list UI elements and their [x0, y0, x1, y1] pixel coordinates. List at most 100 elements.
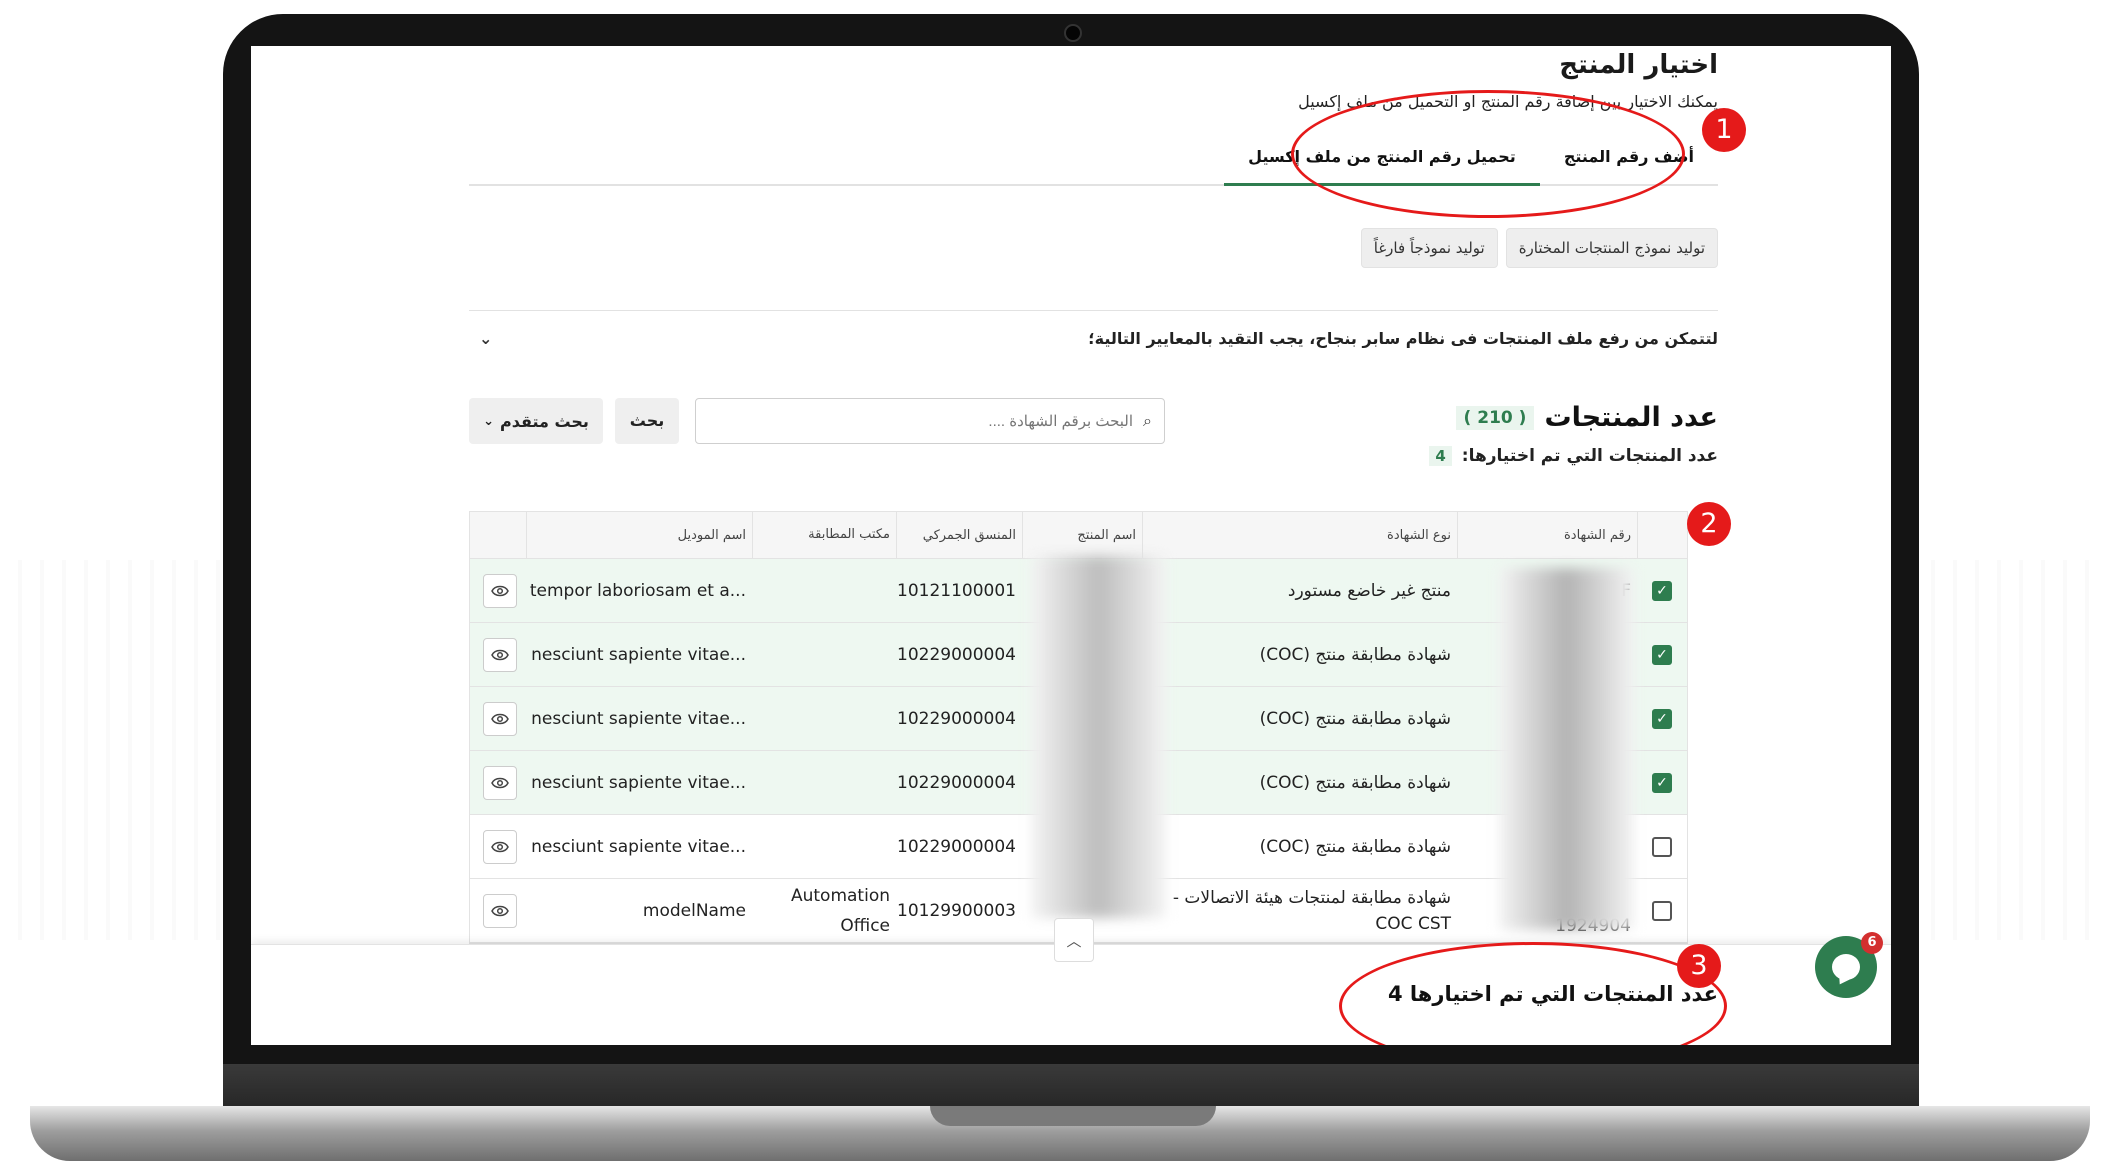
cell-conformity-office	[752, 815, 896, 878]
cell-product-name	[1022, 623, 1142, 686]
cell-cert-type: شهادة مطابقة منتج (COC)	[1142, 751, 1457, 814]
background-pattern-left	[0, 560, 260, 940]
cell-model-name-text: ...is nesciunt sapiente vitae	[526, 836, 746, 857]
header-cert-number: رقم الشهادة	[1457, 512, 1637, 558]
cell-hs-code-text: 010229000004	[896, 708, 1016, 729]
cell-product-name	[1022, 815, 1142, 878]
products-table: رقم الشهادة نوع الشهادة اسم المنتج المنس…	[469, 511, 1688, 944]
selected-count-label: عدد المنتجات التي تم اختيارها:	[1461, 446, 1718, 466]
row-view[interactable]	[474, 687, 526, 750]
cell-cert-type-text: شهادة مطابقة منتج (COC)	[1259, 836, 1451, 857]
cell-cert-type-text: منتج غير خاضع مستورد	[1287, 580, 1451, 601]
products-count-label: عدد المنتجات	[1544, 402, 1718, 433]
row-view[interactable]	[474, 559, 526, 622]
cell-model-name: ...re tempor laboriosam et a	[526, 559, 752, 622]
camera-icon	[1064, 24, 1082, 42]
header-hs-code: المنسق الجمركي	[896, 512, 1022, 558]
scroll-up-icon[interactable]: ︿	[1054, 918, 1094, 962]
cell-conformity-office	[752, 559, 896, 622]
cell-hs-code-text: 010121100001	[896, 580, 1016, 601]
advanced-search-button[interactable]: بحث متقدم ⌄	[469, 398, 603, 444]
tab-upload-excel[interactable]: تحميل رقم المنتج من ملف إكسيل	[1224, 130, 1540, 186]
row-checkbox[interactable]	[1637, 815, 1687, 878]
header-conformity-office: مكتب المطابقة	[752, 512, 896, 558]
footer-selected-count: عدد المنتجات التي تم اختيارها 4	[1387, 982, 1718, 1006]
tab-add-product-number[interactable]: أضف رقم المنتج	[1540, 130, 1718, 184]
generate-selected-template-button[interactable]: توليد نموذج المنتجات المختارة	[1505, 228, 1718, 268]
row-view[interactable]	[474, 751, 526, 814]
cell-model-name: ...is nesciunt sapiente vitae	[526, 751, 752, 814]
cell-conformity-office	[752, 751, 896, 814]
checkbox-checked-icon[interactable]: ✓	[1652, 772, 1672, 793]
cell-hs-code-text: 010229000004	[896, 836, 1016, 857]
eye-icon[interactable]	[483, 829, 517, 864]
eye-icon[interactable]	[483, 701, 517, 736]
cell-product-name	[1022, 687, 1142, 750]
table-body: ✓ F منتج غير خاضع مستورد 010121100001 ...re …	[470, 559, 1687, 943]
row-view[interactable]	[474, 623, 526, 686]
cell-product-name	[1022, 751, 1142, 814]
eye-icon[interactable]	[483, 893, 517, 928]
row-checkbox[interactable]: ✓	[1637, 623, 1687, 686]
chevron-down-icon[interactable]: ⌄	[479, 329, 492, 348]
cell-cert-number-text: F	[1621, 580, 1631, 601]
annotation-number-1: 1	[1702, 108, 1746, 152]
checkbox-unchecked-icon[interactable]	[1652, 836, 1672, 857]
row-checkbox[interactable]: ✓	[1637, 751, 1687, 814]
header-model-name: اسم الموديل	[526, 512, 752, 558]
cell-cert-type-text: شهادة مطابقة لمنتجات هيئة الاتصالات -COC…	[1172, 887, 1451, 934]
search-button[interactable]: بحث	[615, 398, 679, 444]
checkbox-checked-icon[interactable]: ✓	[1652, 580, 1672, 601]
cell-model-name-text: ...is nesciunt sapiente vitae	[526, 708, 746, 729]
chevron-down-icon: ⌄	[483, 413, 494, 429]
generate-empty-template-button[interactable]: توليد نموذجاً فارغاً	[1360, 228, 1498, 268]
table-row[interactable]: ✓ شهادة مطابقة منتج (COC) 010229000004 ...i…	[470, 687, 1687, 751]
eye-icon[interactable]	[483, 765, 517, 800]
annotation-number-2: 2	[1687, 502, 1731, 546]
checkbox-unchecked-icon[interactable]	[1652, 900, 1672, 921]
products-count: عدد المنتجات ( 210 )	[1455, 402, 1718, 433]
page-title: اختيار المنتج	[1559, 50, 1718, 80]
cell-hs-code: 010229000004	[896, 751, 1022, 814]
checkbox-checked-icon[interactable]: ✓	[1652, 644, 1672, 665]
cell-conformity-office	[752, 687, 896, 750]
annotation-number-3: 3	[1677, 944, 1721, 988]
search-input[interactable]	[708, 411, 1136, 431]
page-subtitle: يمكنك الاختيار بين إضافة رقم المنتج او ا…	[1298, 92, 1718, 111]
table-row[interactable]: ✓ شهادة مطابقة منتج (COC) 010229000004 ...i…	[470, 623, 1687, 687]
laptop-hinge	[223, 1064, 1919, 1109]
table-row[interactable]: شهادة مطابقة منتج (COC) 010229000004 ...is…	[470, 815, 1687, 879]
row-checkbox[interactable]	[1637, 879, 1687, 942]
cell-conformity-office	[752, 623, 896, 686]
cell-cert-type: منتج غير خاضع مستورد	[1142, 559, 1457, 622]
cell-model-name: ...is nesciunt sapiente vitae	[526, 623, 752, 686]
table-header: رقم الشهادة نوع الشهادة اسم المنتج المنس…	[470, 512, 1687, 559]
screen: اختيار المنتج يمكنك الاختيار بين إضافة ر…	[251, 46, 1891, 1045]
chat-bubble-icon	[1832, 954, 1860, 980]
row-checkbox[interactable]: ✓	[1637, 687, 1687, 750]
cell-conformity-office-text: Automation Office	[790, 885, 890, 936]
checkbox-checked-icon[interactable]: ✓	[1652, 708, 1672, 729]
row-view[interactable]	[474, 815, 526, 878]
cell-model-name: ...is nesciunt sapiente vitae	[526, 687, 752, 750]
eye-icon[interactable]	[483, 637, 517, 672]
cell-model-name: modelName	[526, 879, 752, 942]
cell-hs-code: 010229000004	[896, 815, 1022, 878]
cell-hs-code-text: 010229000004	[896, 772, 1016, 793]
cell-cert-type: شهادة مطابقة منتج (COC)	[1142, 687, 1457, 750]
table-row[interactable]: ✓ F منتج غير خاضع مستورد 010121100001 ...re …	[470, 559, 1687, 623]
chat-notification-badge: 6	[1861, 932, 1883, 954]
table-row[interactable]: ✓ شهادة مطابقة منتج (COC) 010229000004 ...i…	[470, 751, 1687, 815]
generate-buttons: توليد نموذج المنتجات المختارة توليد نموذ…	[1360, 228, 1718, 268]
search-field[interactable]: ⌕	[695, 398, 1165, 444]
laptop-notch	[930, 1106, 1216, 1126]
cell-cert-number-text: 1924904	[1555, 916, 1631, 936]
cell-cert-number	[1457, 623, 1637, 686]
row-checkbox[interactable]: ✓	[1637, 559, 1687, 622]
advanced-search-label: بحث متقدم	[499, 411, 589, 431]
eye-icon[interactable]	[483, 573, 517, 608]
cell-hs-code: 010229000004	[896, 623, 1022, 686]
row-view[interactable]	[474, 879, 526, 942]
upload-criteria-accordion[interactable]: لتتمكن من رفع ملف المنتجات فى نظام سابر …	[469, 310, 1718, 365]
cell-cert-type: شهادة مطابقة منتج (COC)	[1142, 815, 1457, 878]
